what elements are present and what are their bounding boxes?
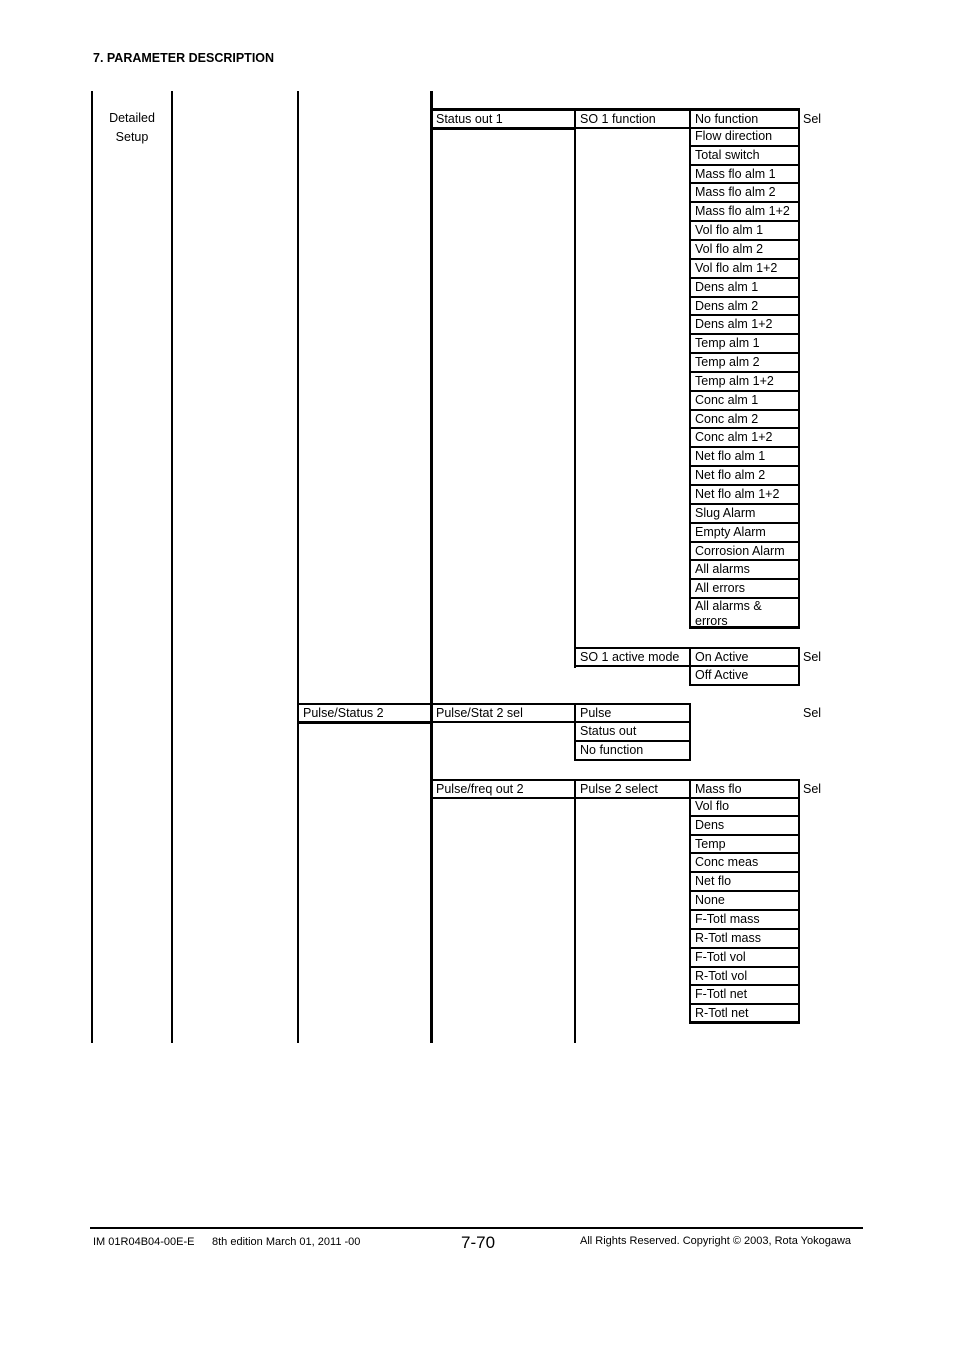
so1-function-type: Sel	[803, 112, 822, 126]
column-line-3	[297, 91, 299, 1043]
so1-function-option: Mass flo alm 1+2	[689, 203, 800, 222]
so1-function-option: Vol flo alm 1	[689, 222, 800, 241]
pulse-2-select-option: Temp	[689, 836, 800, 854]
pulse-2-select-option: Mass flo	[689, 779, 800, 799]
option-status-out: Status out	[574, 723, 691, 742]
node-label-line2: Setup	[115, 130, 149, 144]
so1-function-option: Empty Alarm	[689, 524, 800, 543]
footer-edition: 8th edition March 01, 2011 -00	[212, 1236, 361, 1248]
pulse-freq-out-2-bottom-border	[430, 797, 690, 799]
so1-function-option: Dens alm 1+2	[689, 316, 800, 335]
so1-function-option: Corrosion Alarm	[689, 543, 800, 561]
pulse-stat-2-sel-type: Sel	[803, 706, 822, 720]
pulse-2-select-option: Net flo	[689, 873, 800, 892]
so1-function-option: Total switch	[689, 147, 800, 166]
so1-function-bottom-border	[574, 127, 690, 129]
tree-node-pulse-freq-out-2: Pulse/freq out 2	[436, 782, 524, 796]
so1-function-option: Mass flo alm 2	[689, 184, 800, 203]
option-no-function: No function	[574, 742, 691, 761]
so1-function-option: Slug Alarm	[689, 505, 800, 524]
footer-rule	[90, 1227, 863, 1229]
so1-function-option: All errors	[689, 580, 800, 599]
column-line-5-b	[574, 779, 576, 1043]
so1-function-option: Mass flo alm 1	[689, 166, 800, 184]
option-line-2: errors	[695, 614, 728, 628]
so1-function-option: Temp alm 2	[689, 354, 800, 373]
so1-function-option: All alarms	[689, 561, 800, 580]
footer-copyright: All Rights Reserved. Copyright © 2003, R…	[580, 1235, 852, 1247]
pulse-2-select-option: None	[689, 892, 800, 911]
pulse-2-select-option: Dens	[689, 817, 800, 836]
tree-node-detailed-setup: Detailed Setup	[93, 111, 171, 145]
so1-function-option: Temp alm 1+2	[689, 373, 800, 392]
tree-node-so1-function: SO 1 function	[580, 112, 656, 126]
column-line-4-a	[430, 108, 433, 723]
pulse-2-select-option: Vol flo	[689, 798, 800, 817]
tree-node-so1-active-mode: SO 1 active mode	[580, 650, 680, 664]
pulse-stat-2-sel-bottom-border	[430, 721, 576, 723]
tree-node-status-out-1: Status out 1	[436, 112, 503, 126]
pulse-2-select-option: Conc meas	[689, 854, 800, 873]
option-on-active: On Active	[689, 647, 800, 667]
column-line-1	[91, 91, 93, 1043]
tree-node-pulse-stat-2-sel: Pulse/Stat 2 sel	[436, 706, 523, 720]
so1-function-option: Dens alm 1	[689, 279, 800, 298]
so1-function-option: Vol flo alm 2	[689, 241, 800, 260]
option-off-active: Off Active	[689, 667, 800, 686]
pulse-2-select-option: R-Totl net	[689, 1005, 800, 1024]
pulse-2-select-option: F-Totl vol	[689, 949, 800, 968]
column-line-2	[171, 91, 173, 1043]
so1-function-option: Net flo alm 1	[689, 448, 800, 467]
column-line-5-a	[574, 108, 576, 668]
pulse-2-select-option: F-Totl net	[689, 986, 800, 1005]
so1-function-option: Dens alm 2	[689, 298, 800, 316]
so1-function-option: Vol flo alm 1+2	[689, 260, 800, 279]
so1-function-option: Flow direction	[689, 128, 800, 147]
node-label-line1: Detailed	[109, 111, 155, 125]
so1-function-option-all-alarms-errors: All alarms & errors	[689, 599, 800, 629]
option-line-1: All alarms &	[695, 599, 762, 613]
so1-function-option: Conc alm 1+2	[689, 429, 800, 448]
so1-function-option: Temp alm 1	[689, 335, 800, 354]
tree-node-pulse-2-select: Pulse 2 select	[580, 782, 658, 796]
so1-active-mode-type: Sel	[803, 650, 822, 664]
section-title: 7. PARAMETER DESCRIPTION	[93, 51, 275, 65]
pulse-2-select-option: F-Totl mass	[689, 911, 800, 930]
pulse-2-select-option: R-Totl vol	[689, 968, 800, 986]
tree-node-pulse-status-2: Pulse/Status 2	[303, 706, 384, 720]
pulse-status-2-bottom-border	[297, 721, 433, 724]
so1-function-option: Net flo alm 2	[689, 467, 800, 486]
footer-doc-id: IM 01R04B04-00E-E	[93, 1236, 195, 1248]
column-line-4-b	[430, 721, 433, 1043]
pulse-2-select-option: R-Totl mass	[689, 930, 800, 949]
pulse-2-select-type: Sel	[803, 782, 822, 796]
so1-function-option: Conc alm 2	[689, 411, 800, 429]
so1-function-option: No function	[689, 109, 800, 129]
status-out-1-bottom-border	[430, 127, 576, 130]
so1-function-option: Net flo alm 1+2	[689, 486, 800, 505]
page-number: 7-70	[461, 1233, 496, 1252]
option-pulse: Pulse	[574, 703, 691, 723]
so1-function-option: Conc alm 1	[689, 392, 800, 411]
